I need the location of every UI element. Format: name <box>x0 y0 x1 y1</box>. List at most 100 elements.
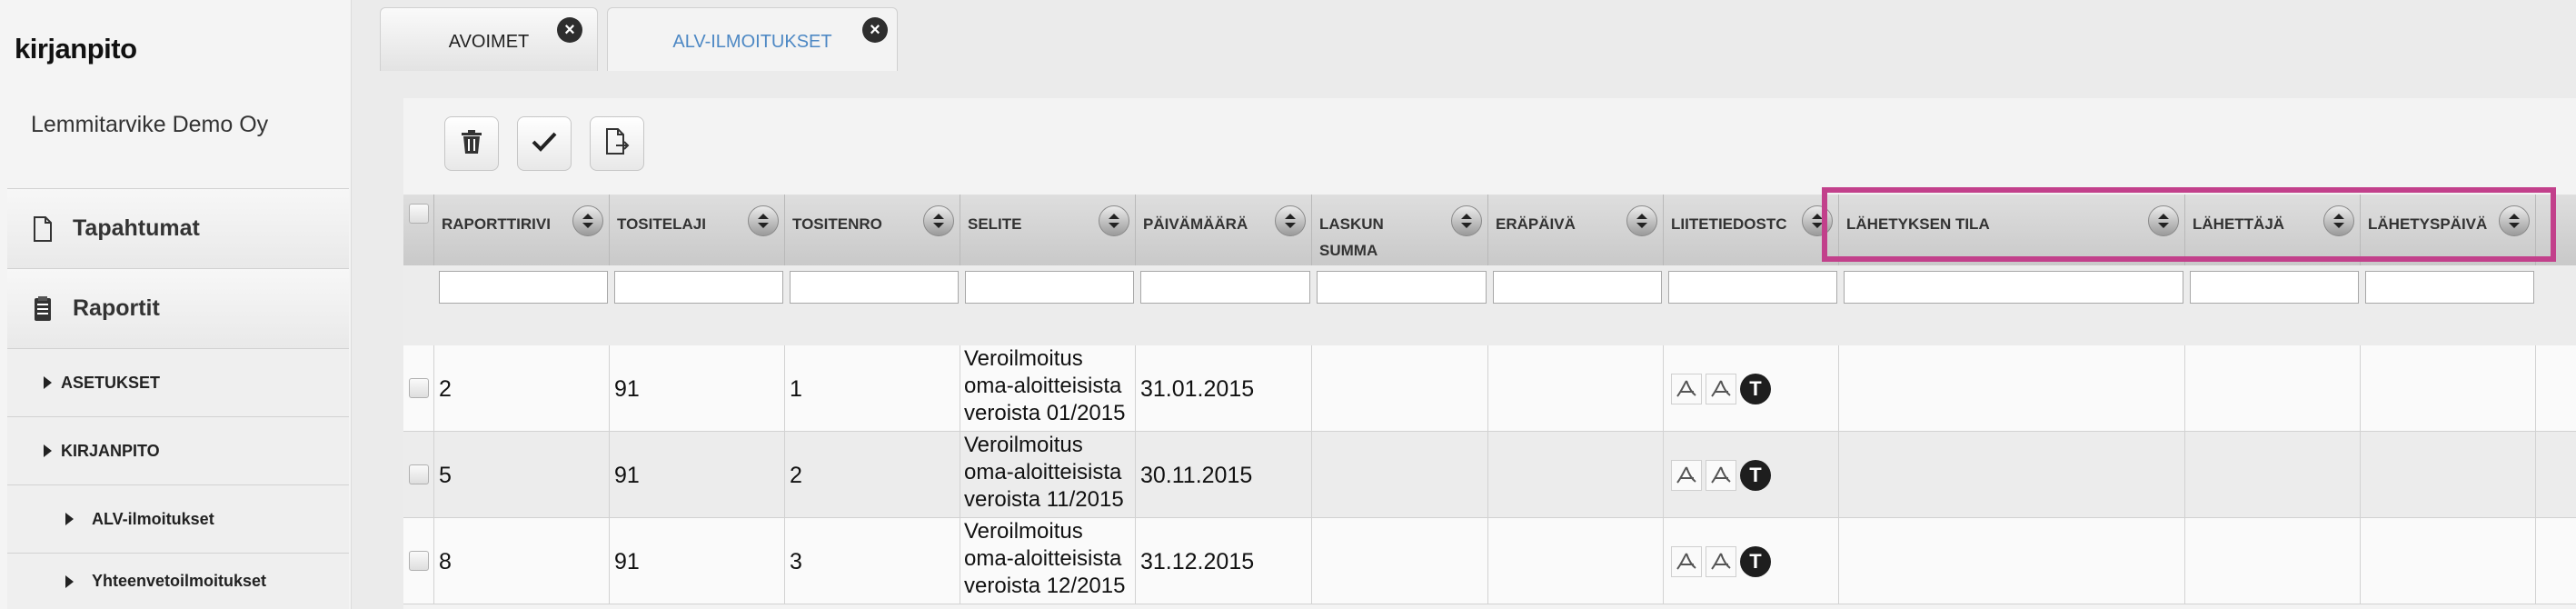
sidebar-item-label: ASETUKSET <box>61 373 161 392</box>
column-label: PÄIVÄMÄÄRÄ <box>1143 215 1248 233</box>
cell-liitetiedosto: T <box>1664 432 1839 518</box>
cell-value: Veroilmoitus oma-aloitteisista veroista … <box>964 432 1124 514</box>
attachment-icons: T <box>1671 374 1771 404</box>
filter-paivamaara[interactable] <box>1140 271 1310 304</box>
cell-value: 91 <box>614 376 640 402</box>
pdf-icon[interactable] <box>1706 460 1736 491</box>
column-paivamaara[interactable]: PÄIVÄMÄÄRÄ <box>1136 195 1312 265</box>
header-select-all[interactable] <box>403 195 434 265</box>
tab-alv-ilmoitukset[interactable]: ALV-ILMOITUKSET × <box>607 7 898 71</box>
t-icon[interactable]: T <box>1740 374 1771 404</box>
sidebar-item-alv-ilmoitukset[interactable]: ALV-ilmoitukset <box>7 484 349 553</box>
column-label: TOSITELAJI <box>617 215 706 233</box>
cell-lahettaja <box>2185 345 2361 432</box>
filter-tositelaji[interactable] <box>614 271 783 304</box>
column-label: ERÄPÄIVÄ <box>1496 215 1576 233</box>
row-select-cell <box>403 432 434 518</box>
close-icon[interactable]: × <box>862 17 888 43</box>
filter-liitetiedosto[interactable] <box>1668 271 1837 304</box>
table-row[interactable]: 8 91 3 Veroilmoitus oma-aloitteisista ve… <box>403 518 2576 604</box>
cell-raporttirivi: 2 <box>434 345 610 432</box>
attachment-icons: T <box>1671 460 1771 491</box>
sidebar-item-label: Tapahtumat <box>73 215 200 241</box>
cell-laskun-summa <box>1312 345 1488 432</box>
column-raporttirivi[interactable]: RAPORTTIRIVI <box>434 195 610 265</box>
row-checkbox[interactable] <box>409 378 429 398</box>
column-tositelaji[interactable]: TOSITELAJI <box>610 195 785 265</box>
cell-lahetyspaiva <box>2361 518 2536 604</box>
sort-icon[interactable] <box>1099 205 1129 236</box>
sort-icon[interactable] <box>923 205 954 236</box>
cell-liitetiedosto: T <box>1664 345 1839 432</box>
selite-line: Veroilmoitus <box>964 346 1083 371</box>
cell-laskun-summa <box>1312 432 1488 518</box>
pdf-icon[interactable] <box>1671 374 1702 404</box>
highlight-frame <box>1822 187 2556 262</box>
pdf-icon[interactable] <box>1671 460 1702 491</box>
sort-icon[interactable] <box>1626 205 1657 236</box>
filter-laskun-summa[interactable] <box>1317 271 1487 304</box>
sidebar-item-kirjanpito[interactable]: KIRJANPITO <box>7 416 349 484</box>
selite-line: veroista 01/2015 <box>964 401 1126 425</box>
t-icon[interactable]: T <box>1740 546 1771 577</box>
cell-erapaiva <box>1488 345 1664 432</box>
sidebar-item-yhteenvetoilmoitukset[interactable]: Yhteenvetoilmoitukset <box>7 553 349 609</box>
sidebar-item-label: Yhteenvetoilmoitukset <box>92 572 267 590</box>
cell-value: 8 <box>439 549 452 574</box>
sort-icon[interactable] <box>572 205 603 236</box>
cell-liitetiedosto: T <box>1664 518 1839 604</box>
column-selite[interactable]: SELITE <box>960 195 1136 265</box>
column-tositenro[interactable]: TOSITENRO <box>785 195 960 265</box>
sidebar-item-label: ALV-ilmoitukset <box>92 509 214 528</box>
column-liitetiedosto[interactable]: LIITETIEDOSTC <box>1664 195 1839 265</box>
app-brand: kirjanpito <box>15 33 137 65</box>
expand-triangle-icon <box>65 513 74 525</box>
sort-icon[interactable] <box>1451 205 1482 236</box>
column-laskun-summa[interactable]: LASKUN SUMMA <box>1312 195 1488 265</box>
delete-button[interactable] <box>444 116 499 171</box>
row-checkbox[interactable] <box>409 464 429 484</box>
selite-line: oma-aloitteisista <box>964 546 1122 571</box>
cell-value: 91 <box>614 549 640 574</box>
filter-lahettaja[interactable] <box>2190 271 2359 304</box>
filter-selite[interactable] <box>965 271 1134 304</box>
filter-lahetyksen-tila[interactable] <box>1844 271 2183 304</box>
cell-raporttirivi: 5 <box>434 432 610 518</box>
pdf-icon[interactable] <box>1706 374 1736 404</box>
filter-lahetyspaiva[interactable] <box>2365 271 2534 304</box>
pdf-icon[interactable] <box>1706 546 1736 577</box>
selite-line: Veroilmoitus <box>964 433 1083 457</box>
row-select-cell <box>403 345 434 432</box>
column-erapaiva[interactable]: ERÄPÄIVÄ <box>1488 195 1664 265</box>
attachment-icons: T <box>1671 546 1771 577</box>
row-checkbox[interactable] <box>409 551 429 571</box>
sidebar-item-tapahtumat[interactable]: Tapahtumat <box>7 188 349 268</box>
cell-value: 5 <box>439 463 452 488</box>
filter-tositenro[interactable] <box>790 271 959 304</box>
row-select-cell <box>403 518 434 604</box>
cell-tositelaji: 91 <box>610 518 785 604</box>
tab-avoimet[interactable]: AVOIMET × <box>380 7 598 71</box>
sort-icon[interactable] <box>748 205 779 236</box>
select-all-checkbox[interactable] <box>409 204 429 224</box>
close-icon[interactable]: × <box>557 17 582 43</box>
sidebar-item-raportit[interactable]: Raportit <box>7 268 349 348</box>
column-label: LASKUN SUMMA <box>1319 215 1384 259</box>
cell-value: Veroilmoitus oma-aloitteisista veroista … <box>964 518 1125 600</box>
check-icon <box>531 130 558 158</box>
table-row[interactable]: 2 91 1 Veroilmoitus oma-aloitteisista ve… <box>403 345 2576 432</box>
expand-triangle-icon <box>44 376 52 389</box>
pdf-icon[interactable] <box>1671 546 1702 577</box>
cell-selite: Veroilmoitus oma-aloitteisista veroista … <box>960 518 1136 604</box>
table-row[interactable]: 5 91 2 Veroilmoitus oma-aloitteisista ve… <box>403 432 2576 518</box>
filter-erapaiva[interactable] <box>1493 271 1662 304</box>
company-name[interactable]: Lemmitarvike Demo Oy <box>31 112 268 138</box>
approve-button[interactable] <box>517 116 572 171</box>
cell-selite: Veroilmoitus oma-aloitteisista veroista … <box>960 432 1136 518</box>
sidebar-item-asetukset[interactable]: ASETUKSET <box>7 348 349 416</box>
filter-raporttirivi[interactable] <box>439 271 608 304</box>
sort-icon[interactable] <box>1275 205 1306 236</box>
export-button[interactable] <box>590 116 644 171</box>
t-icon[interactable]: T <box>1740 460 1771 491</box>
selite-line: veroista 12/2015 <box>964 574 1126 598</box>
